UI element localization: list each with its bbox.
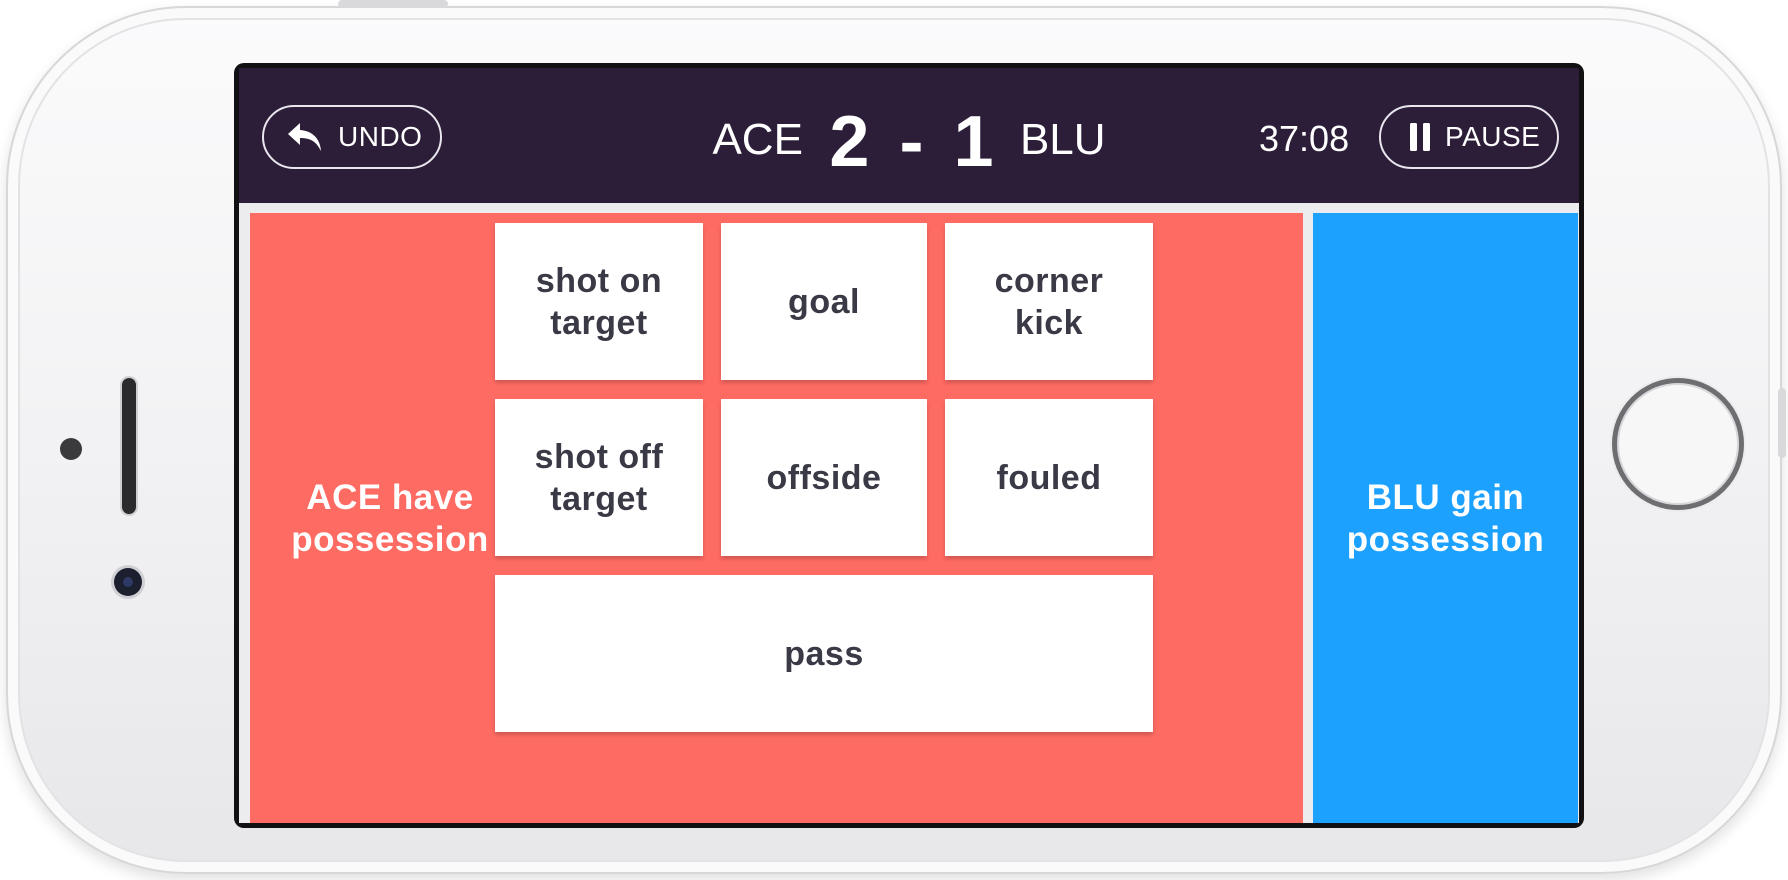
offside-button[interactable]: offside	[721, 399, 927, 556]
power-button	[1778, 388, 1786, 458]
ace-panel: ACE have possession shot on target goal …	[250, 213, 1303, 823]
blu-possession-label: BLU gain possession	[1346, 478, 1545, 559]
event-area: ACE have possession shot on target goal …	[250, 213, 1578, 823]
proximity-sensor	[60, 438, 82, 460]
pass-label: pass	[784, 634, 864, 673]
blu-possession-button[interactable]: BLU gain possession	[1313, 213, 1578, 823]
pause-icon	[1409, 122, 1431, 152]
ace-possession-label: ACE have possession	[291, 478, 489, 559]
earpiece-speaker	[122, 378, 136, 514]
top-bar: UNDO ACE 2 - 1 BLU 37:08 PAUSE	[239, 68, 1579, 203]
ace-possession-button[interactable]: ACE have possession	[250, 213, 530, 823]
match-clock: 37:08	[1259, 118, 1350, 159]
fouled-button[interactable]: fouled	[945, 399, 1153, 556]
undo-arrow-icon	[286, 120, 324, 154]
offside-label: offside	[766, 458, 882, 497]
front-camera	[114, 568, 142, 596]
screen: UNDO ACE 2 - 1 BLU 37:08 PAUSE ACE have …	[234, 63, 1584, 828]
home-score: 2	[829, 101, 870, 182]
shot-off-target-button[interactable]: shot off target	[495, 399, 703, 556]
corner-kick-button[interactable]: corner kick	[945, 223, 1153, 380]
volume-button	[338, 0, 448, 8]
pause-label: PAUSE	[1445, 121, 1541, 152]
undo-label: UNDO	[338, 121, 423, 152]
fouled-label: fouled	[996, 458, 1102, 497]
shot-off-target-label: shot off target	[534, 437, 664, 518]
pause-button[interactable]: PAUSE	[1379, 105, 1559, 169]
phone-frame: UNDO ACE 2 - 1 BLU 37:08 PAUSE ACE have …	[6, 0, 1786, 874]
pass-button[interactable]: pass	[495, 575, 1153, 732]
goal-label: goal	[788, 282, 860, 321]
match-tracker-app: UNDO ACE 2 - 1 BLU 37:08 PAUSE ACE have …	[239, 68, 1579, 823]
goal-button[interactable]: goal	[721, 223, 927, 380]
corner-kick-label: corner kick	[994, 261, 1104, 342]
home-button[interactable]	[1612, 378, 1744, 510]
score-separator: -	[899, 101, 924, 182]
score-display: 2 - 1	[829, 96, 993, 183]
away-team-name: BLU	[1019, 114, 1106, 164]
away-score: 1	[953, 101, 994, 182]
undo-button[interactable]: UNDO	[262, 105, 442, 169]
home-team-name: ACE	[712, 114, 803, 164]
shot-on-target-button[interactable]: shot on target	[495, 223, 703, 380]
shot-on-target-label: shot on target	[535, 261, 663, 342]
